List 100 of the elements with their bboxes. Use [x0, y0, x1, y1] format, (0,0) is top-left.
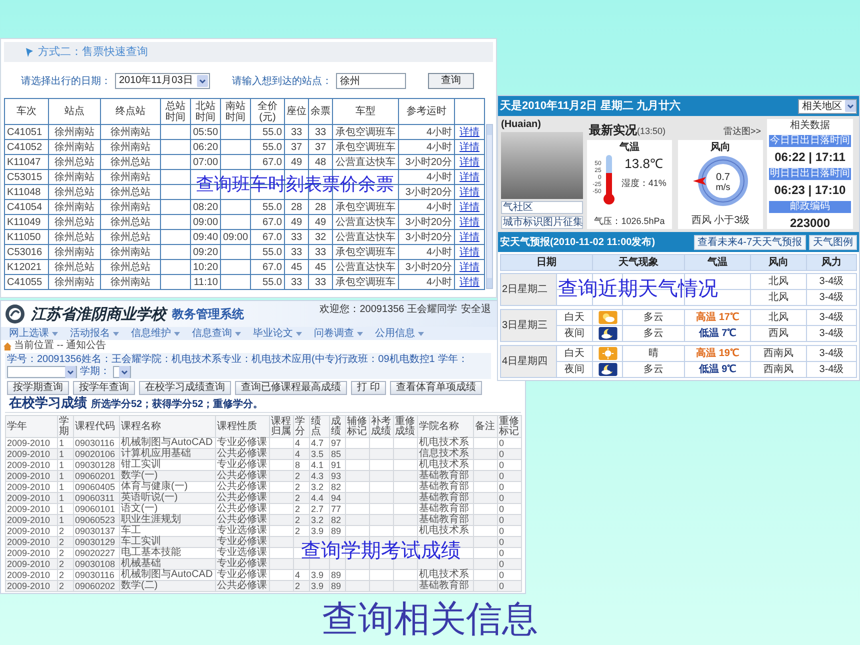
- table-cell: 4小时: [398, 124, 454, 140]
- column-header: 站点: [48, 98, 100, 124]
- table-cell: 承包空调班车: [332, 274, 398, 290]
- table-cell: 徐州南站: [100, 170, 160, 184]
- photo-link-button[interactable]: 城市标识图片征集: [501, 216, 583, 229]
- query-button[interactable]: 打 印: [351, 381, 386, 395]
- column-header: 绩点: [310, 416, 330, 438]
- card-title: 相关数据: [789, 119, 831, 133]
- table-cell: 55.0: [250, 244, 284, 260]
- table-cell: 多云: [622, 326, 684, 342]
- query-button[interactable]: 查询已修课程最高成绩: [235, 381, 347, 395]
- table-cell: 49: [284, 154, 308, 170]
- table-cell: 徐州总站: [100, 230, 160, 244]
- query-button[interactable]: 在校学习成绩查询: [139, 381, 231, 395]
- column-header: 座位: [284, 98, 308, 124]
- table-cell: 承包空调班车: [332, 124, 398, 140]
- column-header: 课程性质: [216, 416, 270, 438]
- radar-link[interactable]: 雷达图>>: [723, 125, 761, 137]
- wind-compass-drawing: [692, 156, 748, 206]
- query-button[interactable]: 查看体育单项成绩: [390, 381, 482, 395]
- date-label: 请选择出行的日期：: [21, 74, 111, 88]
- column-header: 日期: [500, 254, 592, 270]
- query-button[interactable]: 按学期查询: [7, 381, 69, 395]
- table-cell: 公营直达快车: [332, 260, 398, 274]
- year-select[interactable]: [7, 366, 77, 378]
- table-cell: 33: [284, 244, 308, 260]
- table-cell: K11048: [4, 184, 48, 200]
- scrollbar[interactable]: [486, 124, 493, 289]
- menu-item[interactable]: 公用信息: [375, 328, 424, 340]
- thermometer-drawing: [603, 155, 616, 205]
- table-cell: 徐州总站: [48, 260, 100, 274]
- column-header: 课程名称: [120, 416, 216, 438]
- forecast-button[interactable]: 天气图例: [809, 234, 857, 250]
- table-cell: 3-4级: [806, 274, 856, 290]
- table-cell: 白天: [556, 310, 592, 326]
- table-cell: 低温 7℃: [684, 326, 750, 342]
- column-header: 车次: [4, 98, 48, 124]
- table-cell: 3小时20分: [398, 184, 454, 200]
- column-header: 参考运时: [398, 98, 454, 124]
- column-header: 学年: [6, 416, 58, 438]
- table-cell: 晴: [622, 346, 684, 362]
- student-info: 学号：20091356姓名：王会耀学院：机电技术系专业：机电技术应用(中专)行政班：09机电数控1: [7, 354, 435, 366]
- card-title: 气温: [620, 142, 640, 154]
- menu-item[interactable]: 信息查询: [192, 328, 241, 340]
- data-label: 明日日出日落时间: [769, 168, 851, 180]
- table-cell: 06:20: [190, 140, 220, 154]
- table-cell: 夜间: [556, 362, 592, 378]
- table-cell: 徐州南站: [100, 274, 160, 290]
- date-select[interactable]: 2010年11月03日: [115, 73, 210, 89]
- station-input[interactable]: 徐州: [336, 73, 406, 89]
- photo-link-button[interactable]: 气社区: [501, 201, 583, 214]
- logout-link[interactable]: 安全退: [461, 302, 491, 317]
- column-header: 辅修标记: [346, 416, 370, 438]
- region-select[interactable]: 相关地区: [798, 98, 857, 114]
- caret-icon: [174, 332, 180, 336]
- table-cell: 2: [294, 580, 310, 592]
- table-cell: 低温 9℃: [684, 362, 750, 378]
- table-cell: 55.0: [250, 140, 284, 154]
- menu-item[interactable]: 问卷调查: [314, 328, 363, 340]
- table-cell: 徐州南站: [100, 200, 160, 214]
- update-time: (13:50): [637, 125, 666, 137]
- section-heading: 在校学习成绩: [9, 396, 87, 412]
- table-cell: 2009-2010: [6, 580, 58, 592]
- query-button[interactable]: 按学年查询: [73, 381, 135, 395]
- table-cell: 3.9: [310, 580, 330, 592]
- search-button[interactable]: 查询: [428, 73, 474, 89]
- menu-item[interactable]: 活动报名: [70, 328, 119, 340]
- menu-item[interactable]: 信息维护: [131, 328, 180, 340]
- column-header: 终点站: [100, 98, 160, 124]
- temperature-reading: 13.8℃: [624, 155, 663, 173]
- date-title: 天是2010年11月2日 星期二 九月廿六: [500, 98, 680, 114]
- column-header: 南站时间: [220, 98, 250, 124]
- table-cell: 07:00: [190, 154, 220, 170]
- table-cell: C41055: [4, 274, 48, 290]
- moon-cloud-icon: [598, 327, 618, 340]
- menu-item[interactable]: 网上选课: [9, 328, 58, 340]
- term-select[interactable]: [113, 366, 131, 378]
- table-cell: K12021: [4, 260, 48, 274]
- table-cell: 4小时: [398, 244, 454, 260]
- table-cell: 徐州南站: [48, 170, 100, 184]
- table-cell: 徐州总站: [48, 230, 100, 244]
- table-cell: 西风: [750, 326, 806, 342]
- table-cell: K11049: [4, 214, 48, 230]
- table-cell: 承包空调班车: [332, 140, 398, 154]
- table-cell: 3-4级: [806, 346, 856, 362]
- column-header: 重修标记: [498, 416, 522, 438]
- table-cell: 公营直达快车: [332, 154, 398, 170]
- humidity-reading: 湿度：41%: [621, 178, 666, 189]
- table-cell: 徐州南站: [48, 244, 100, 260]
- table-cell: 承包空调班车: [332, 200, 398, 214]
- table-cell: 2日星期二: [500, 274, 556, 306]
- data-value: 223000: [788, 215, 832, 232]
- table-cell: 北风: [750, 290, 806, 306]
- forecast-button[interactable]: 查看未来4-7天天气预报: [694, 234, 806, 250]
- menu-item[interactable]: 毕业论文: [253, 328, 302, 340]
- table-cell: 37: [308, 140, 332, 154]
- table-cell: 多云: [622, 362, 684, 378]
- system-name: 教务管理系统: [172, 306, 244, 323]
- column-header: 车型: [332, 98, 398, 124]
- caret-icon: [418, 332, 424, 336]
